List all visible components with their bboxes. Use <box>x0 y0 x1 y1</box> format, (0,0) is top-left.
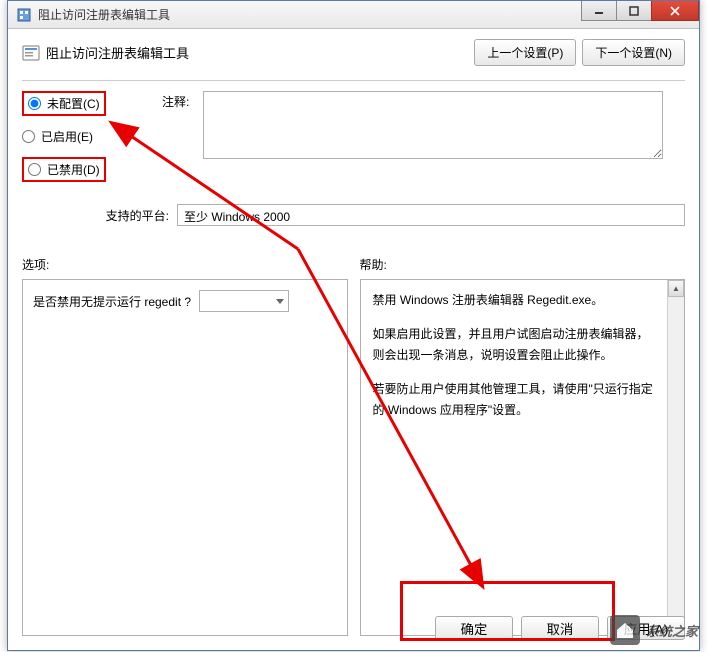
app-icon <box>16 7 32 23</box>
help-column: 帮助: 禁用 Windows 注册表编辑器 Regedit.exe。 如果启用此… <box>360 256 686 636</box>
radio-group: 未配置(C) 已启用(E) 已禁用(D) <box>22 91 142 194</box>
help-box: 禁用 Windows 注册表编辑器 Regedit.exe。 如果启用此设置，并… <box>360 279 686 636</box>
policy-title: 阻止访问注册表编辑工具 <box>46 43 474 62</box>
radio-not-configured[interactable]: 未配置(C) <box>22 91 106 116</box>
options-column: 选项: 是否禁用无提示运行 regedit ? <box>22 256 348 636</box>
watermark: 系统之家 <box>610 615 698 645</box>
dialog-content: 阻止访问注册表编辑工具 上一个设置(P) 下一个设置(N) 未配置(C) 已启用… <box>8 29 699 650</box>
help-p2: 如果启用此设置，并且用户试图启动注册表编辑器，则会出现一条消息，说明设置会阻止此… <box>373 324 656 365</box>
divider <box>22 80 685 81</box>
comment-label: 注释: <box>162 91 189 110</box>
supported-label: 支持的平台: <box>22 207 177 224</box>
maximize-button[interactable] <box>616 1 652 21</box>
radio-disabled-input[interactable] <box>28 163 41 176</box>
radio-disabled-label: 已禁用(D) <box>47 161 100 178</box>
options-box: 是否禁用无提示运行 regedit ? <box>22 279 348 636</box>
radio-not-configured-input[interactable] <box>28 97 41 110</box>
supported-value: 至少 Windows 2000 <box>177 204 685 226</box>
help-p1: 禁用 Windows 注册表编辑器 Regedit.exe。 <box>373 290 656 310</box>
help-label: 帮助: <box>360 256 686 273</box>
supported-row: 支持的平台: 至少 Windows 2000 <box>22 204 685 226</box>
watermark-text: 系统之家 <box>646 621 698 640</box>
titlebar: 阻止访问注册表编辑工具 <box>8 1 699 29</box>
cancel-button[interactable]: 取消 <box>521 616 599 640</box>
radio-enabled-input[interactable] <box>22 130 35 143</box>
option-text: 是否禁用无提示运行 regedit ? <box>33 293 191 310</box>
radio-enabled[interactable]: 已启用(E) <box>22 128 142 145</box>
policy-icon <box>22 44 40 62</box>
ok-button[interactable]: 确定 <box>435 616 513 640</box>
help-p3: 若要防止用户使用其他管理工具，请使用"只运行指定的 Windows 应用程序"设… <box>373 379 656 420</box>
window-controls <box>582 1 699 21</box>
help-text: 禁用 Windows 注册表编辑器 Regedit.exe。 如果启用此设置，并… <box>361 280 668 635</box>
close-button[interactable] <box>651 1 699 21</box>
config-row: 未配置(C) 已启用(E) 已禁用(D) 注释: <box>22 91 685 194</box>
help-scrollbar[interactable]: ▲ ▼ <box>667 280 684 635</box>
radio-disabled[interactable]: 已禁用(D) <box>22 157 106 182</box>
lower-columns: 选项: 是否禁用无提示运行 regedit ? 帮助: 禁用 Windows 注… <box>22 256 685 636</box>
option-dropdown[interactable] <box>199 290 289 312</box>
scroll-up-icon[interactable]: ▲ <box>668 280 684 297</box>
comment-textarea[interactable] <box>203 91 663 159</box>
option-line: 是否禁用无提示运行 regedit ? <box>33 290 337 312</box>
minimize-button[interactable] <box>581 1 617 21</box>
header-row: 阻止访问注册表编辑工具 上一个设置(P) 下一个设置(N) <box>22 39 685 66</box>
comment-area: 注释: <box>162 91 685 194</box>
options-label: 选项: <box>22 256 348 273</box>
prev-setting-button[interactable]: 上一个设置(P) <box>474 39 576 66</box>
watermark-logo-icon <box>610 615 640 645</box>
dialog-window: 阻止访问注册表编辑工具 阻止访问注册表编辑工具 上一个设置(P) 下一个设置(N… <box>7 0 700 651</box>
next-setting-button[interactable]: 下一个设置(N) <box>582 39 685 66</box>
radio-enabled-label: 已启用(E) <box>41 128 93 145</box>
radio-not-configured-label: 未配置(C) <box>47 95 100 112</box>
